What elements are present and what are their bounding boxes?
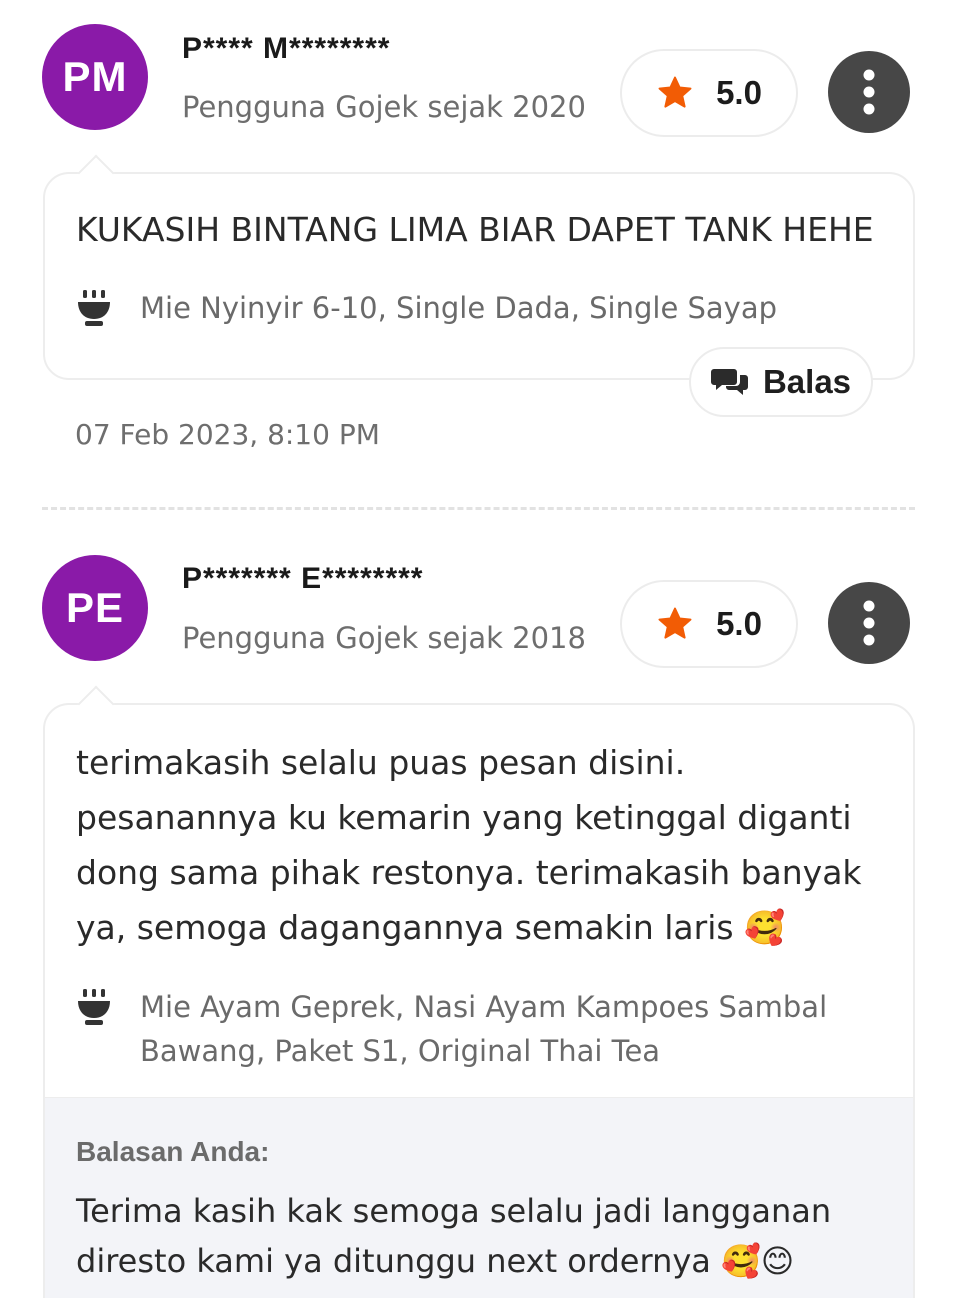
- review-comment: KUKASIH BINTANG LIMA BIAR DAPET TANK HEH…: [76, 210, 874, 249]
- member-since: Pengguna Gojek sejak 2018: [182, 621, 586, 655]
- more-options-button[interactable]: [828, 582, 910, 664]
- avatar: PM: [42, 24, 148, 130]
- review-comment: terimakasih selalu puas pesan disini. pe…: [76, 743, 862, 947]
- more-vertical-icon: [863, 69, 875, 115]
- ordered-items: Mie Nyinyir 6-10, Single Dada, Single Sa…: [76, 286, 873, 332]
- chat-bubbles-icon: [710, 369, 748, 395]
- divider: [42, 507, 915, 510]
- star-icon: [656, 605, 694, 643]
- ordered-items: Mie Ayam Geprek, Nasi Ayam Kampoes Samba…: [76, 985, 873, 1073]
- ordered-items-text: Mie Nyinyir 6-10, Single Dada, Single Sa…: [140, 291, 778, 325]
- food-bowl-icon: [76, 288, 112, 332]
- food-bowl-icon: [76, 987, 112, 1031]
- rating-value: 5.0: [716, 605, 762, 642]
- rating-pill: 5.0: [620, 49, 798, 137]
- rating-pill: 5.0: [620, 580, 798, 668]
- rating-value: 5.0: [716, 74, 762, 111]
- avatar-initials: PE: [65, 584, 125, 631]
- avatar-initials: PM: [62, 53, 128, 100]
- reply-button-label: Balas: [762, 363, 852, 400]
- merchant-reply-title: Balasan Anda:: [76, 1136, 270, 1167]
- reviewer-name: P**** M********: [182, 32, 391, 65]
- review-bubble: terimakasih selalu puas pesan disini. pe…: [43, 703, 915, 1099]
- avatar: PE: [42, 555, 148, 661]
- member-since: Pengguna Gojek sejak 2020: [182, 90, 586, 124]
- merchant-reply: Balasan Anda: Terima kasih kak semoga se…: [43, 1098, 915, 1298]
- merchant-reply-text: Terima kasih kak semoga selalu jadi lang…: [76, 1192, 832, 1280]
- star-icon: [656, 74, 694, 112]
- ordered-items-text: Mie Ayam Geprek, Nasi Ayam Kampoes Samba…: [140, 990, 828, 1068]
- reply-button[interactable]: Balas: [689, 347, 873, 417]
- more-vertical-icon: [863, 600, 875, 646]
- review-date: 07 Feb 2023, 8:10 PM: [75, 418, 380, 451]
- more-options-button[interactable]: [828, 51, 910, 133]
- reviewer-name: P******* E********: [182, 562, 424, 595]
